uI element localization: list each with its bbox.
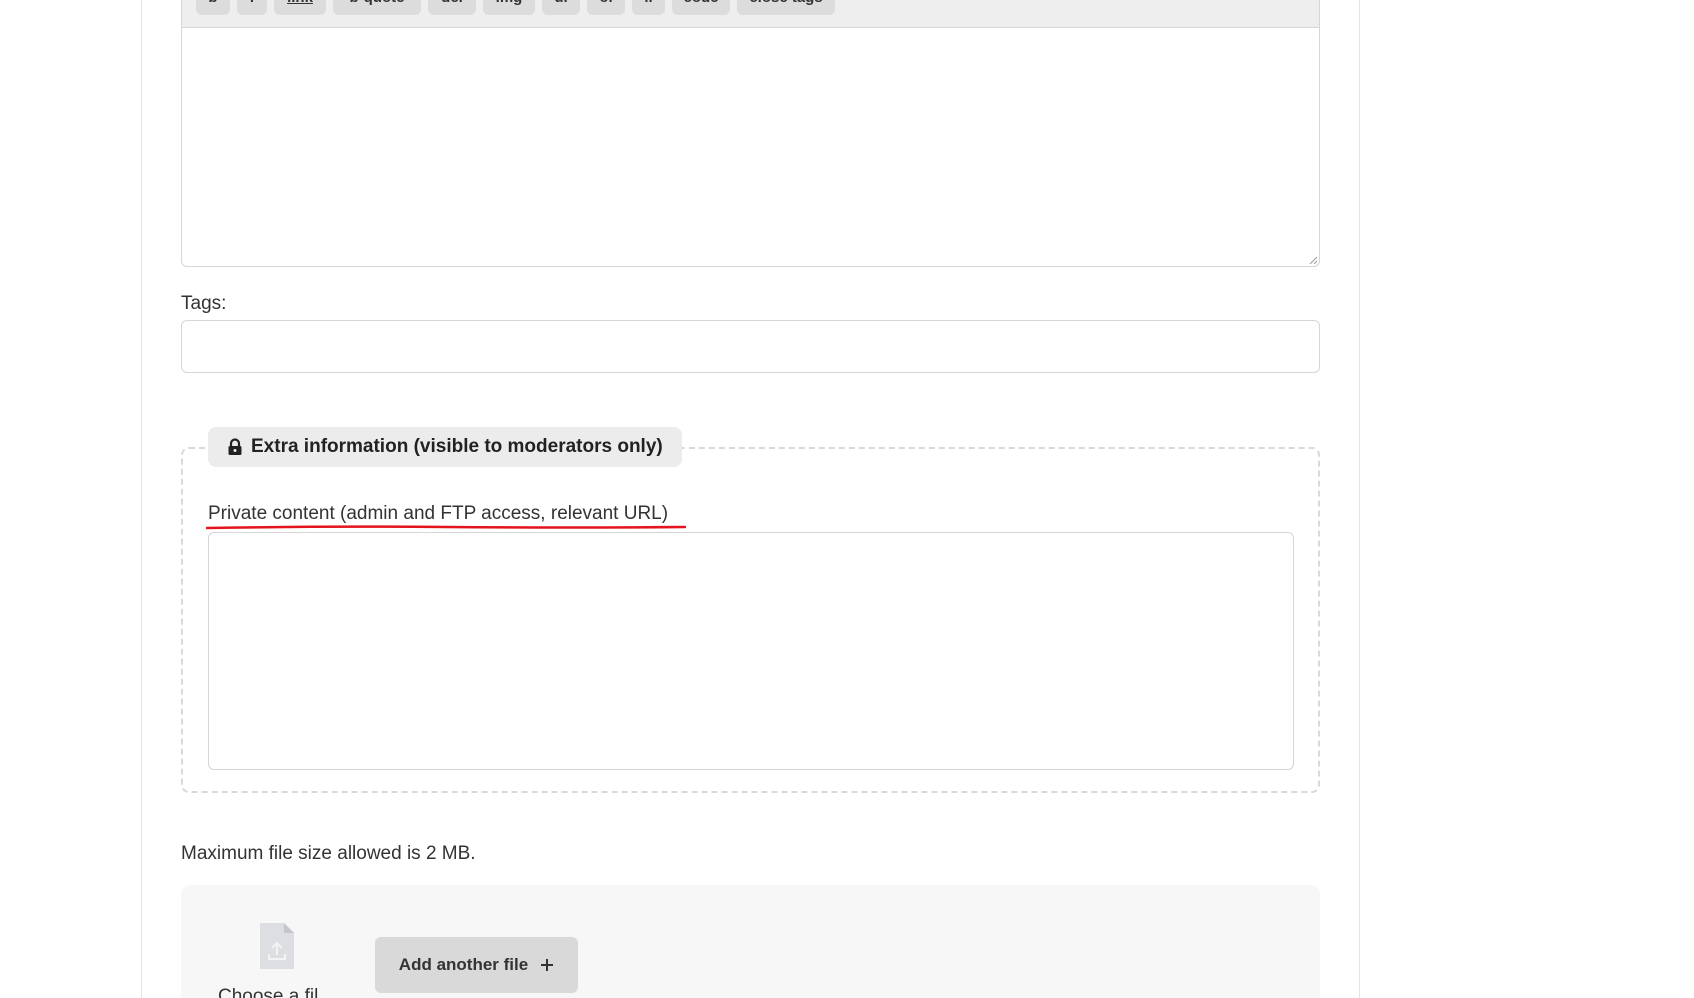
tags-input[interactable]	[181, 320, 1320, 373]
toolbar-li-button[interactable]: li	[632, 0, 665, 15]
upload-area	[181, 885, 1320, 998]
toolbar-close-tags-button[interactable]: close tags	[737, 0, 835, 15]
extra-info-legend-label: Extra information (visible to moderators…	[251, 436, 663, 457]
editor-toolbar: b i link b-quote del img ul ol li code c…	[181, 0, 1320, 27]
file-upload-icon[interactable]	[258, 921, 296, 971]
private-content-textarea[interactable]	[208, 532, 1294, 770]
annotation-underline	[206, 525, 686, 530]
extra-info-legend: Extra information (visible to moderators…	[208, 427, 682, 467]
toolbar-bquote-button[interactable]: b-quote	[333, 0, 421, 15]
resize-grip-icon[interactable]	[1309, 256, 1317, 264]
choose-file-label[interactable]: Choose a fil	[218, 986, 318, 998]
file-size-note: Maximum file size allowed is 2 MB.	[181, 843, 476, 864]
toolbar-bold-button[interactable]: b	[196, 0, 230, 15]
page: b i link b-quote del img ul ol li code c…	[0, 0, 1694, 998]
toolbar-ol-button[interactable]: ol	[587, 0, 625, 15]
lock-icon	[228, 438, 242, 455]
toolbar-code-button[interactable]: code	[672, 0, 730, 15]
toolbar-ul-button[interactable]: ul	[542, 0, 580, 15]
add-another-file-button[interactable]: Add another file	[375, 937, 578, 993]
add-another-file-label: Add another file	[398, 955, 529, 974]
plus-icon	[541, 959, 554, 971]
body-textarea[interactable]	[181, 27, 1320, 267]
toolbar-img-button[interactable]: img	[483, 0, 535, 15]
toolbar-italic-button[interactable]: i	[237, 0, 267, 15]
toolbar-link-button[interactable]: link	[274, 0, 326, 15]
toolbar-del-button[interactable]: del	[428, 0, 476, 15]
tags-label: Tags:	[181, 293, 227, 314]
